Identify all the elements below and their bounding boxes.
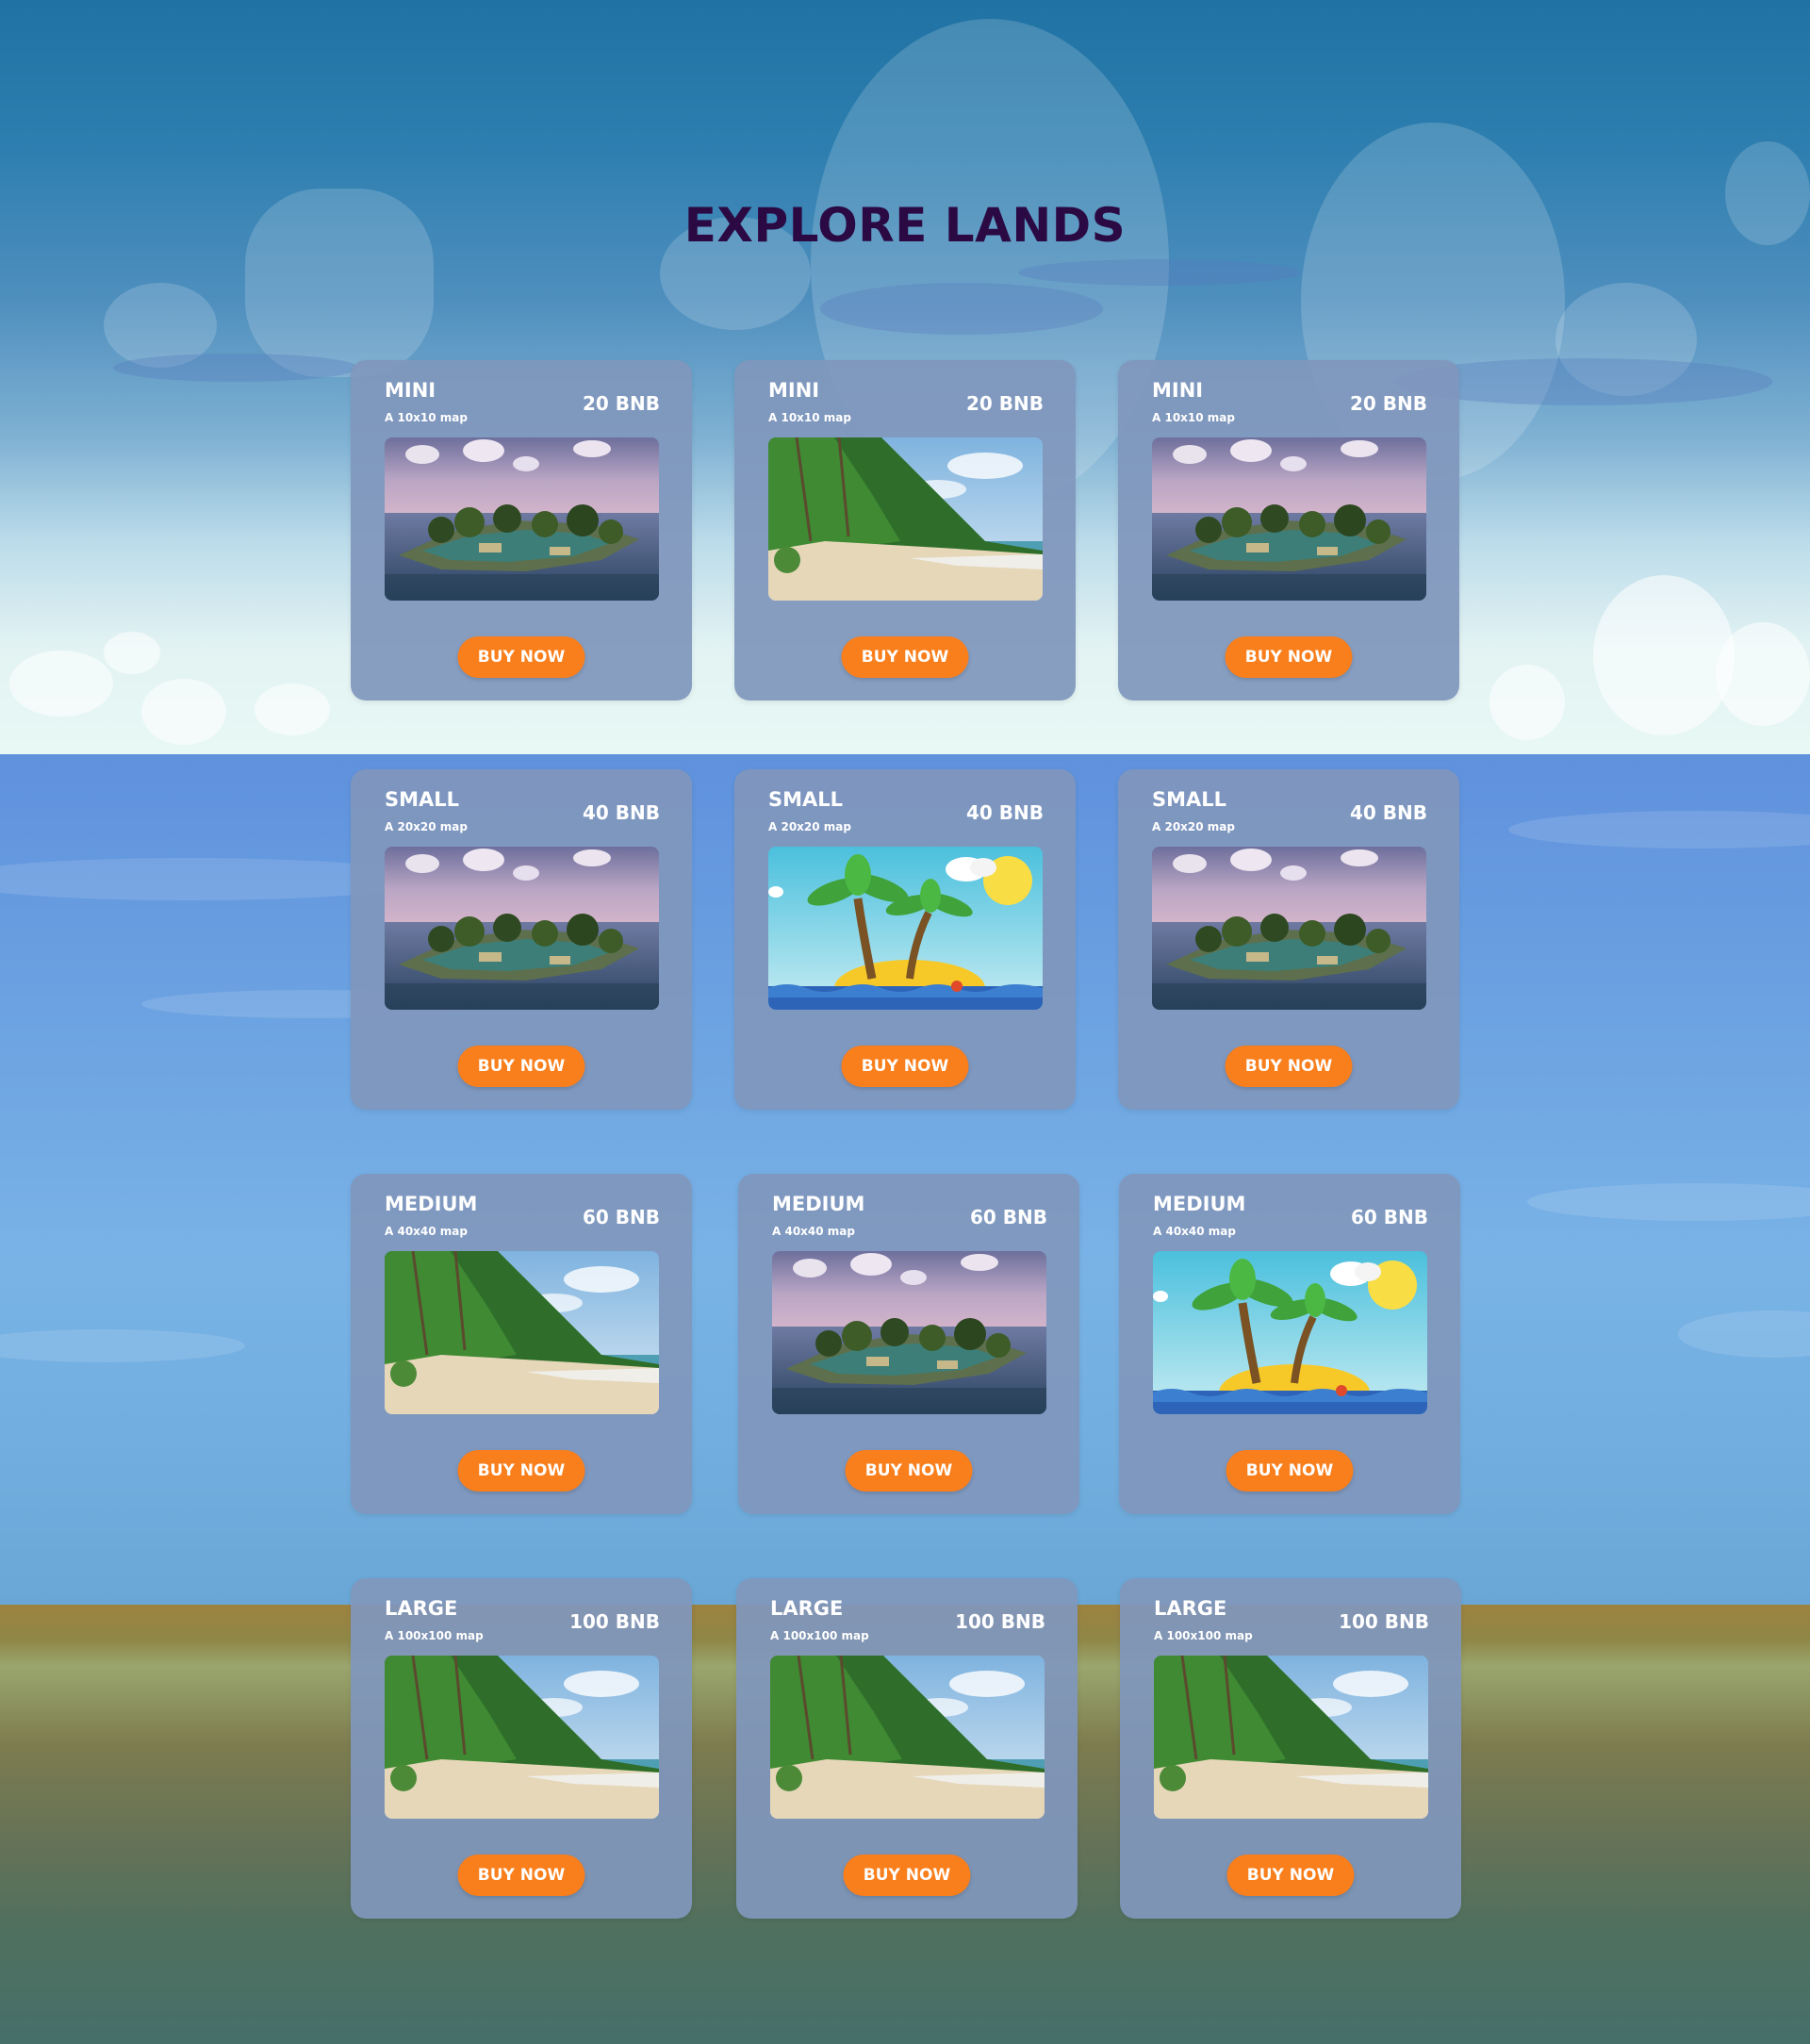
land-size-name: SMALL	[385, 788, 460, 811]
buy-now-button[interactable]: BUY NOW	[843, 1854, 971, 1896]
land-size-name: LARGE	[770, 1597, 844, 1620]
land-price: 100 BNB	[569, 1610, 660, 1633]
land-map-size: A 10x10 map	[768, 411, 851, 424]
land-size-name: MINI	[385, 379, 436, 402]
land-map-size: A 40x40 map	[1153, 1225, 1236, 1238]
land-price: 20 BNB	[1349, 392, 1427, 415]
land-price: 100 BNB	[1339, 1610, 1429, 1633]
land-image-palm-beach	[770, 1656, 1045, 1819]
land-map-size: A 20x20 map	[385, 820, 468, 833]
land-card: MEDIUM A 40x40 map 60 BNB BUY NOW	[738, 1174, 1079, 1514]
land-size-name: LARGE	[1154, 1597, 1227, 1620]
land-price: 100 BNB	[955, 1610, 1045, 1633]
land-map-size: A 100x100 map	[770, 1629, 869, 1642]
land-map-size: A 40x40 map	[385, 1225, 468, 1238]
land-price: 60 BNB	[1350, 1206, 1428, 1228]
land-card: LARGE A 100x100 map 100 BNB BUY NOW	[351, 1578, 692, 1919]
land-image-voxel-island	[772, 1251, 1046, 1414]
land-map-size: A 40x40 map	[772, 1225, 855, 1238]
land-image-cartoon-palm-island	[1153, 1251, 1427, 1414]
land-card: LARGE A 100x100 map 100 BNB BUY NOW	[736, 1578, 1078, 1919]
buy-now-button[interactable]: BUY NOW	[1225, 636, 1353, 678]
land-card: LARGE A 100x100 map 100 BNB BUY NOW	[1120, 1578, 1461, 1919]
land-image-palm-beach	[768, 437, 1043, 601]
land-price: 20 BNB	[965, 392, 1044, 415]
land-image-cartoon-palm-island	[768, 847, 1043, 1010]
land-map-size: A 100x100 map	[385, 1629, 484, 1642]
land-size-name: MINI	[1152, 379, 1204, 402]
buy-now-button[interactable]: BUY NOW	[845, 1450, 973, 1492]
buy-now-button[interactable]: BUY NOW	[841, 1046, 969, 1087]
land-size-name: SMALL	[1152, 788, 1227, 811]
land-card: SMALL A 20x20 map 40 BNB BUY NOW	[734, 769, 1076, 1110]
land-image-palm-beach	[385, 1656, 659, 1819]
land-map-size: A 100x100 map	[1154, 1629, 1253, 1642]
buy-now-button[interactable]: BUY NOW	[457, 1450, 585, 1492]
land-image-voxel-island	[1152, 847, 1426, 1010]
land-map-size: A 20x20 map	[1152, 820, 1235, 833]
page-title: EXPLORE LANDS	[683, 198, 1127, 253]
buy-now-button[interactable]: BUY NOW	[1225, 1046, 1353, 1087]
land-card: MINI A 10x10 map 20 BNB BUY NOW	[351, 360, 692, 701]
land-image-voxel-island	[1152, 437, 1426, 601]
land-image-palm-beach	[1154, 1656, 1428, 1819]
land-card: MINI A 10x10 map 20 BNB BUY NOW	[734, 360, 1076, 701]
land-size-name: MEDIUM	[1153, 1193, 1246, 1215]
land-price: 60 BNB	[582, 1206, 660, 1228]
land-map-size: A 10x10 map	[385, 411, 468, 424]
buy-now-button[interactable]: BUY NOW	[457, 1046, 585, 1087]
land-size-name: SMALL	[768, 788, 844, 811]
land-card: MEDIUM A 40x40 map 60 BNB BUY NOW	[351, 1174, 692, 1514]
land-card: SMALL A 20x20 map 40 BNB BUY NOW	[1118, 769, 1459, 1110]
land-image-voxel-island	[385, 847, 659, 1010]
buy-now-button[interactable]: BUY NOW	[841, 636, 969, 678]
land-price: 40 BNB	[1349, 801, 1427, 824]
land-size-name: MEDIUM	[385, 1193, 478, 1215]
land-price: 60 BNB	[969, 1206, 1047, 1228]
land-price: 20 BNB	[582, 392, 660, 415]
land-price: 40 BNB	[582, 801, 660, 824]
buy-now-button[interactable]: BUY NOW	[457, 636, 585, 678]
buy-now-button[interactable]: BUY NOW	[1226, 1854, 1355, 1896]
land-size-name: LARGE	[385, 1597, 458, 1620]
land-size-name: MEDIUM	[772, 1193, 865, 1215]
buy-now-button[interactable]: BUY NOW	[457, 1854, 585, 1896]
land-map-size: A 10x10 map	[1152, 411, 1235, 424]
land-card: MINI A 10x10 map 20 BNB BUY NOW	[1118, 360, 1459, 701]
land-price: 40 BNB	[965, 801, 1044, 824]
land-image-palm-beach	[385, 1251, 659, 1414]
land-card: MEDIUM A 40x40 map 60 BNB BUY NOW	[1119, 1174, 1460, 1514]
land-map-size: A 20x20 map	[768, 820, 851, 833]
land-image-voxel-island	[385, 437, 659, 601]
land-card: SMALL A 20x20 map 40 BNB BUY NOW	[351, 769, 692, 1110]
buy-now-button[interactable]: BUY NOW	[1226, 1450, 1354, 1492]
land-size-name: MINI	[768, 379, 820, 402]
